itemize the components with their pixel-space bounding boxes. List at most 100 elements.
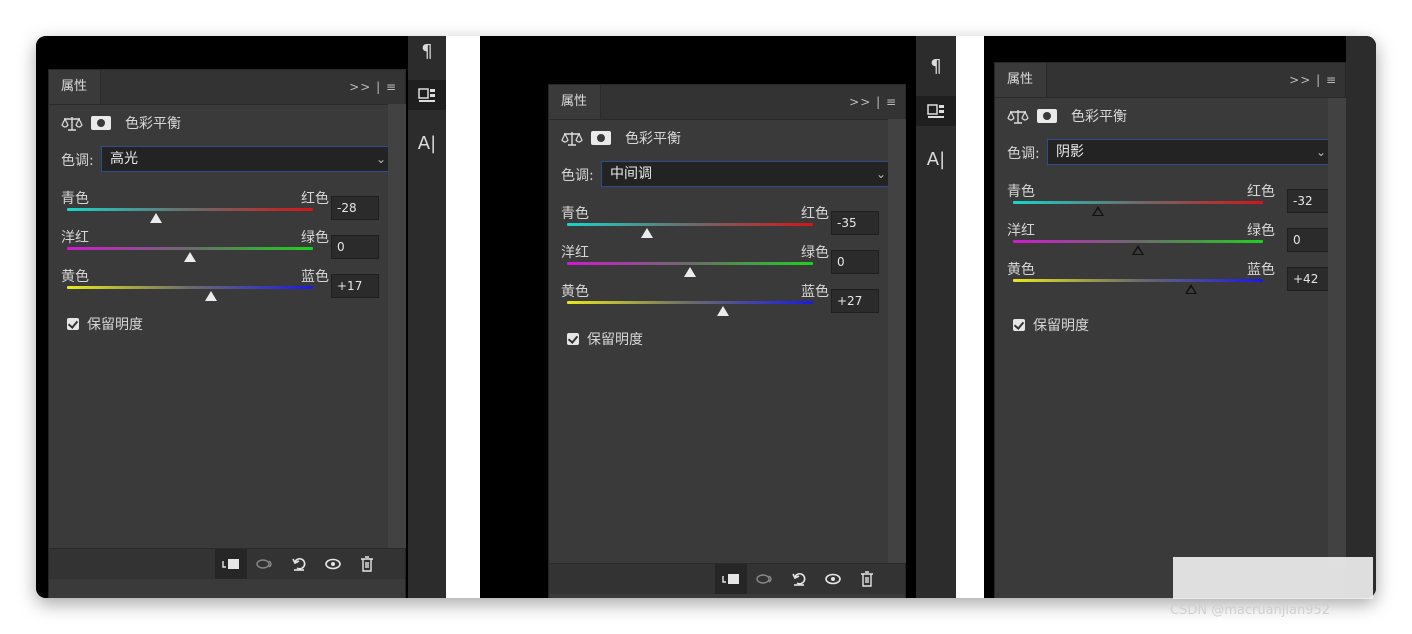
view-previous-state-button[interactable]: [749, 564, 781, 594]
magenta-green-slider-row: 洋红 绿色 0: [61, 227, 395, 267]
blue-label: 蓝色: [1247, 262, 1275, 278]
preserve-luminosity-label: 保留明度: [1033, 318, 1089, 334]
yellow-blue-thumb[interactable]: [1184, 284, 1197, 294]
character-tool[interactable]: A|: [408, 128, 446, 158]
layer-mask-icon[interactable]: [91, 116, 111, 130]
cyan-label: 青色: [561, 206, 589, 222]
delete-adjustment-button[interactable]: [851, 564, 883, 594]
cyan-red-thumb[interactable]: [640, 228, 653, 238]
tab-properties[interactable]: 属性: [49, 70, 101, 104]
yellow-blue-thumb[interactable]: [204, 291, 217, 301]
clip-to-layer-button[interactable]: [715, 564, 747, 594]
paragraph-tool[interactable]: ¶: [408, 38, 446, 64]
eye-previous-icon: [756, 574, 772, 584]
magenta-green-track[interactable]: [567, 262, 813, 265]
cyan-red-value-field[interactable]: -28: [331, 196, 379, 220]
white-gap: [446, 36, 480, 598]
layer-mask-icon[interactable]: [1037, 109, 1057, 123]
green-label: 绿色: [301, 230, 329, 246]
delete-adjustment-button[interactable]: [351, 549, 383, 579]
magenta-green-track[interactable]: [67, 247, 313, 250]
magenta-green-thumb[interactable]: [184, 252, 196, 262]
yellow-blue-track[interactable]: [67, 286, 313, 289]
panel-menu-controls[interactable]: >> | ≡: [1289, 63, 1337, 97]
preserve-luminosity-checkbox[interactable]: [67, 318, 79, 330]
cyan-label: 青色: [1007, 184, 1035, 200]
eye-previous-icon: [256, 559, 272, 569]
cyan-red-track[interactable]: [567, 223, 813, 226]
chevron-down-icon: ⌄: [375, 152, 386, 166]
panel-header: 属性 >> | ≡: [49, 70, 405, 105]
cyan-red-slider-row: 青色 红色 -35: [561, 203, 895, 243]
tone-label: 色调:: [1007, 146, 1040, 162]
magenta-label: 洋红: [1007, 223, 1035, 239]
magenta-green-track[interactable]: [1013, 240, 1263, 243]
white-gap: [956, 36, 984, 598]
yellow-blue-slider-row: 黄色 蓝色 +27: [561, 281, 895, 321]
view-previous-state-button[interactable]: [249, 549, 281, 579]
reset-icon: [292, 558, 306, 571]
cyan-label: 青色: [61, 191, 89, 207]
yellow-blue-value-field[interactable]: +17: [331, 274, 379, 298]
clip-to-layer-button[interactable]: [215, 549, 247, 579]
panel-header: 属性 >> | ≡: [549, 85, 905, 120]
character-tool[interactable]: A|: [916, 144, 956, 174]
tone-row: 色调: 高光 ⌄: [61, 146, 395, 172]
toggle-visibility-button[interactable]: [317, 549, 349, 579]
cyan-red-value-field[interactable]: -35: [831, 211, 879, 235]
balance-scale-icon: [61, 117, 83, 131]
balance-scale-icon: [561, 132, 583, 146]
cyan-red-track[interactable]: [67, 208, 313, 211]
panel-menu-controls[interactable]: >> | ≡: [349, 70, 397, 104]
magenta-green-thumb[interactable]: [1132, 245, 1144, 255]
cyan-red-thumb[interactable]: [1092, 206, 1104, 216]
toggle-visibility-button[interactable]: [817, 564, 849, 594]
clip-layer-icon: [222, 559, 239, 569]
yellow-blue-track[interactable]: [1013, 279, 1263, 282]
3d-tool[interactable]: [916, 96, 956, 126]
preserve-luminosity-label: 保留明度: [87, 317, 143, 333]
clip-layer-icon: [722, 574, 739, 584]
panel-menu-controls[interactable]: >> | ≡: [849, 85, 897, 119]
adjustment-type-row: 色彩平衡: [561, 125, 681, 151]
cyan-red-track[interactable]: [1013, 201, 1263, 204]
tool-strip: ¶ A|: [408, 36, 446, 598]
watermark-overlay: [1173, 557, 1373, 599]
panel-scrollbar[interactable]: [388, 104, 406, 548]
yellow-blue-thumb[interactable]: [717, 306, 730, 316]
tone-dropdown[interactable]: 中间调 ⌄: [601, 161, 895, 187]
tab-properties[interactable]: 属性: [995, 63, 1047, 97]
panel-scrollbar[interactable]: [1328, 98, 1346, 568]
layer-mask-icon[interactable]: [591, 131, 611, 145]
panel-scrollbar[interactable]: [888, 119, 906, 563]
magenta-green-thumb[interactable]: [684, 267, 696, 277]
properties-panel: 属性 >> | ≡ 色彩平衡 色调: 高光 ⌄ 青色 红色 -28 洋红 绿色 …: [48, 69, 406, 598]
tone-dropdown[interactable]: 高光 ⌄: [101, 146, 395, 172]
preserve-luminosity-checkbox[interactable]: [567, 333, 579, 345]
magenta-green-value-field[interactable]: 0: [831, 250, 879, 274]
yellow-blue-value-field[interactable]: +27: [831, 289, 879, 313]
reset-button[interactable]: [283, 549, 315, 579]
preserve-luminosity-row[interactable]: 保留明度: [567, 329, 643, 349]
green-label: 绿色: [1247, 223, 1275, 239]
yellow-blue-track[interactable]: [567, 301, 813, 304]
magenta-green-slider-row: 洋红 绿色 0: [561, 242, 895, 282]
tone-dropdown[interactable]: 阴影 ⌄: [1047, 139, 1335, 165]
preserve-luminosity-row[interactable]: 保留明度: [67, 314, 143, 334]
tone-row: 色调: 中间调 ⌄: [561, 161, 895, 187]
preserve-luminosity-row[interactable]: 保留明度: [1013, 315, 1089, 335]
cyan-red-thumb[interactable]: [149, 213, 162, 223]
preserve-luminosity-checkbox[interactable]: [1013, 319, 1025, 331]
tab-properties[interactable]: 属性: [549, 85, 601, 119]
3d-tool[interactable]: [408, 80, 446, 110]
reset-button[interactable]: [783, 564, 815, 594]
cyan-red-slider-row: 青色 红色 -28: [61, 188, 395, 228]
shot-highlights: ¶ A| 属性 >> | ≡ 色彩平衡 色调: 高光 ⌄ 青色 红色 -28 洋…: [36, 36, 446, 598]
paragraph-tool[interactable]: ¶: [916, 52, 956, 80]
trash-icon: [861, 571, 873, 587]
properties-panel: 属性 >> | ≡ 色彩平衡 色调: 阴影 ⌄ 青色 红色 -32 洋红 绿色 …: [994, 62, 1346, 598]
magenta-green-value-field[interactable]: 0: [331, 235, 379, 259]
preserve-luminosity-label: 保留明度: [587, 332, 643, 348]
tone-label: 色调:: [561, 168, 594, 184]
panel-header: 属性 >> | ≡: [995, 63, 1345, 98]
